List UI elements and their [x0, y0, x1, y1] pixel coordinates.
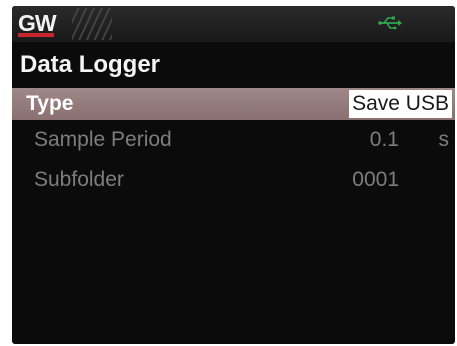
setting-value[interactable]: 0.1: [370, 124, 399, 156]
gw-logo: GW: [18, 10, 57, 37]
setting-row-type[interactable]: Type Save USB: [12, 88, 455, 120]
setting-value[interactable]: Save USB: [349, 90, 452, 118]
usb-icon: [378, 16, 402, 30]
setting-value[interactable]: 0001: [352, 164, 399, 196]
page-title: Data Logger: [20, 51, 161, 78]
setting-label: Sample Period: [34, 128, 172, 151]
setting-label: Subfolder: [34, 168, 124, 191]
status-stripes: [72, 8, 112, 40]
device-screen: GW Data Logger Type Save USB Sample Peri…: [12, 6, 455, 344]
status-bar: GW: [12, 6, 455, 42]
setting-unit: s: [438, 128, 450, 151]
setting-label: Type: [26, 92, 74, 115]
setting-row-subfolder[interactable]: Subfolder 0001: [12, 164, 455, 196]
setting-row-sample-period[interactable]: Sample Period 0.1 s: [12, 124, 455, 156]
menu-header: Data Logger: [12, 42, 455, 88]
